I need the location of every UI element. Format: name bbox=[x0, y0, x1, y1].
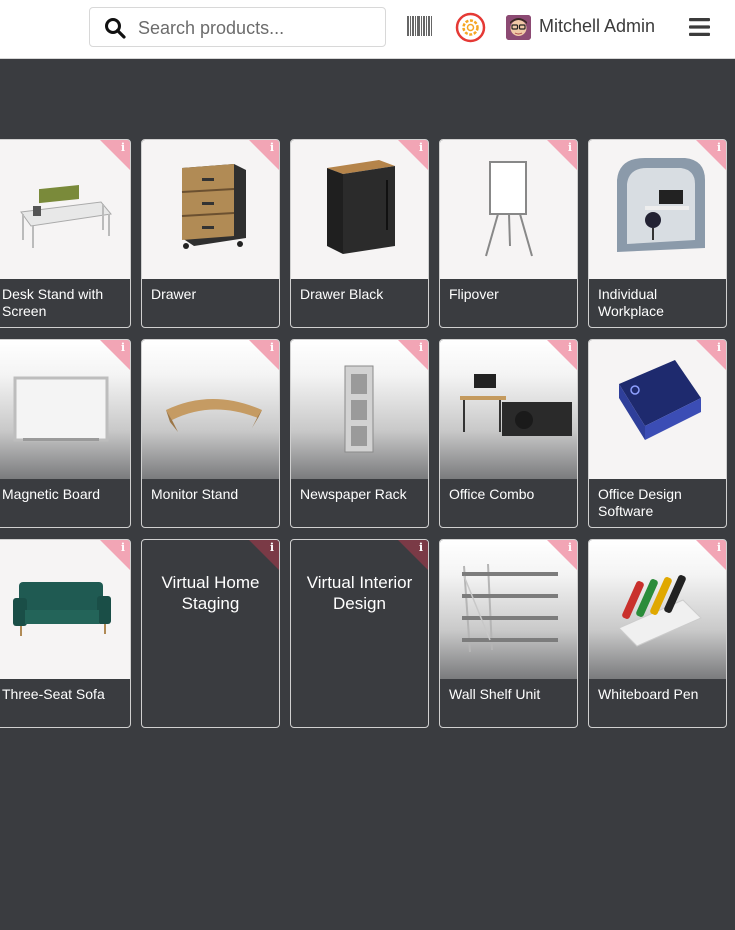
info-ribbon[interactable] bbox=[696, 340, 726, 370]
info-ribbon[interactable] bbox=[547, 540, 577, 570]
info-icon[interactable]: i bbox=[419, 141, 423, 154]
info-icon[interactable]: i bbox=[121, 541, 125, 554]
info-icon[interactable]: i bbox=[717, 341, 721, 354]
product-name: Wall Shelf Unit bbox=[449, 686, 541, 702]
product-name: Office Combo bbox=[449, 486, 535, 502]
top-bar: Mitchell Admin bbox=[0, 0, 735, 59]
info-icon[interactable]: i bbox=[270, 541, 274, 554]
avatar[interactable] bbox=[506, 15, 531, 40]
info-icon[interactable]: i bbox=[419, 541, 423, 554]
info-ribbon[interactable] bbox=[398, 540, 428, 570]
product-card[interactable]: i Wall Shelf Unit bbox=[439, 539, 578, 728]
product-card[interactable]: i Virtual Interior Design bbox=[290, 539, 429, 728]
info-ribbon[interactable] bbox=[398, 140, 428, 170]
info-icon[interactable]: i bbox=[568, 341, 572, 354]
info-icon[interactable]: i bbox=[121, 141, 125, 154]
product-card[interactable]: i Whiteboard Pen bbox=[588, 539, 727, 728]
info-icon[interactable]: i bbox=[568, 141, 572, 154]
product-card[interactable]: i Magnetic Board bbox=[0, 339, 131, 528]
info-icon[interactable]: i bbox=[568, 541, 572, 554]
info-ribbon[interactable] bbox=[696, 540, 726, 570]
product-name: Magnetic Board bbox=[2, 486, 101, 502]
info-icon[interactable]: i bbox=[419, 341, 423, 354]
product-card[interactable]: i Flipover bbox=[439, 139, 578, 328]
product-name: Individual Workplace bbox=[598, 286, 664, 319]
product-card[interactable]: i Drawer bbox=[141, 139, 280, 328]
info-ribbon[interactable] bbox=[249, 540, 279, 570]
product-card[interactable]: i Office Combo bbox=[439, 339, 578, 528]
product-name: Virtual Home Staging bbox=[161, 573, 260, 613]
info-ribbon[interactable] bbox=[100, 540, 130, 570]
info-icon[interactable]: i bbox=[121, 341, 125, 354]
info-icon[interactable]: i bbox=[717, 141, 721, 154]
barcode-icon[interactable] bbox=[407, 16, 432, 36]
info-ribbon[interactable] bbox=[398, 340, 428, 370]
product-card[interactable]: i Individual Workplace bbox=[588, 139, 727, 328]
product-name: Virtual Interior Design bbox=[306, 573, 413, 613]
info-ribbon[interactable] bbox=[249, 140, 279, 170]
product-name: Whiteboard Pen bbox=[598, 686, 699, 702]
info-ribbon[interactable] bbox=[100, 140, 130, 170]
info-icon[interactable]: i bbox=[270, 141, 274, 154]
product-name: Desk Stand with Screen bbox=[2, 286, 104, 319]
product-card[interactable]: i Newspaper Rack bbox=[290, 339, 429, 528]
info-ribbon[interactable] bbox=[100, 340, 130, 370]
search-icon bbox=[105, 18, 126, 39]
product-name: Newspaper Rack bbox=[300, 486, 407, 502]
search-box[interactable] bbox=[89, 7, 386, 47]
product-card[interactable]: i Desk Stand with Screen bbox=[0, 139, 131, 328]
info-ribbon[interactable] bbox=[696, 140, 726, 170]
product-card[interactable]: i Monitor Stand bbox=[141, 339, 280, 528]
gear-icon[interactable] bbox=[455, 12, 486, 43]
product-name: Drawer bbox=[151, 286, 197, 302]
search-input[interactable] bbox=[136, 14, 380, 42]
user-name[interactable]: Mitchell Admin bbox=[539, 16, 655, 37]
menu-icon[interactable] bbox=[689, 17, 711, 37]
product-card[interactable]: i Office Design Software bbox=[588, 339, 727, 528]
info-ribbon[interactable] bbox=[547, 140, 577, 170]
product-card[interactable]: i Drawer Black bbox=[290, 139, 429, 328]
info-ribbon[interactable] bbox=[249, 340, 279, 370]
product-name: Monitor Stand bbox=[151, 486, 239, 502]
product-name: Flipover bbox=[449, 286, 499, 302]
info-icon[interactable]: i bbox=[717, 541, 721, 554]
product-name: Three-Seat Sofa bbox=[2, 686, 105, 702]
product-name: Drawer Black bbox=[300, 286, 384, 302]
info-icon[interactable]: i bbox=[270, 341, 274, 354]
info-ribbon[interactable] bbox=[547, 340, 577, 370]
product-name: Office Design Software bbox=[598, 486, 682, 519]
product-card[interactable]: i Virtual Home Staging bbox=[141, 539, 280, 728]
product-card[interactable]: i Three-Seat Sofa bbox=[0, 539, 131, 728]
